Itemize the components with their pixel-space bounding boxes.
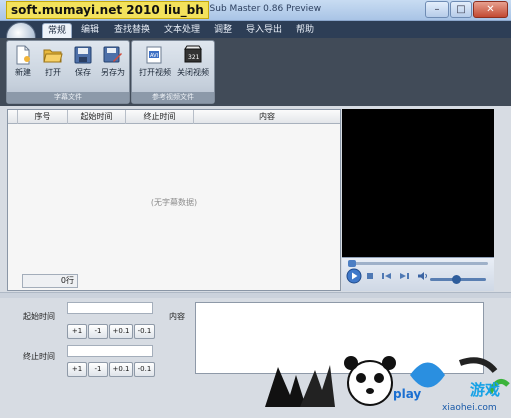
title-bar: SRT Sub Master 0.86 Preview soft.mumayi.…: [0, 0, 511, 21]
group-reference-video-label: 参考视频文件: [132, 92, 214, 103]
group-reference-video: AVI 打开视频 321 关闭视频 参考视频文件: [131, 40, 215, 104]
svg-text:AVI: AVI: [150, 53, 158, 59]
column-header-index[interactable]: 序号: [18, 110, 68, 124]
close-video-button-label: 关闭视频: [177, 68, 209, 77]
branding-overlay: play 游戏 xiaohei.com: [260, 345, 511, 418]
start-plus-0.1-button[interactable]: +0.1: [109, 324, 133, 339]
end-plus-1-button[interactable]: +1: [67, 362, 87, 377]
table-header: 序号 起始时间 终止时间 内容: [8, 110, 340, 124]
play-text: play: [393, 387, 422, 401]
start-minus-0.1-button[interactable]: -0.1: [134, 324, 155, 339]
group-subtitle-file-label: 字幕文件: [7, 92, 129, 103]
open-video-button[interactable]: AVI 打开视频: [138, 45, 172, 89]
site-watermark: soft.mumayi.net 2010 liu_bh: [6, 1, 209, 19]
tab-text-processing[interactable]: 文本处理: [160, 23, 204, 38]
play-icon[interactable]: [346, 268, 362, 284]
open-video-icon: AVI: [146, 46, 162, 64]
save-as-button-label: 另存为: [101, 68, 125, 77]
save-button-label: 保存: [75, 68, 91, 77]
tab-edit[interactable]: 编辑: [75, 23, 105, 38]
empty-table-message: (无字幕数据): [150, 198, 198, 207]
start-minus-1-button[interactable]: -1: [88, 324, 108, 339]
close-video-button[interactable]: 321 关闭视频: [176, 45, 210, 89]
open-button[interactable]: 打开: [39, 45, 67, 89]
tab-help[interactable]: 帮助: [292, 23, 318, 38]
ribbon-panel: 新建 打开 保存 另存为 字幕文件 AVI 打开视频 321 关闭视频 参考视频…: [0, 38, 511, 106]
volume-slider-handle[interactable]: [452, 275, 461, 284]
seek-bar[interactable]: [350, 262, 488, 265]
next-icon[interactable]: [398, 271, 410, 281]
tab-general[interactable]: 常规: [42, 23, 72, 38]
row-count-status: 0行: [22, 274, 78, 288]
close-button[interactable]: ✕: [473, 1, 508, 18]
end-plus-0.1-button[interactable]: +0.1: [109, 362, 133, 377]
end-minus-0.1-button[interactable]: -0.1: [134, 362, 155, 377]
column-header-content[interactable]: 内容: [194, 110, 340, 124]
close-video-icon: 321: [184, 45, 202, 63]
tab-import-export[interactable]: 导入导出: [242, 23, 286, 38]
save-as-button[interactable]: 另存为: [99, 45, 127, 89]
site-url-text: xiaohei.com: [442, 403, 497, 413]
new-file-icon: [16, 45, 30, 65]
content-label: 内容: [169, 312, 185, 321]
new-button[interactable]: 新建: [9, 45, 37, 89]
start-time-input[interactable]: [67, 302, 153, 314]
stop-icon[interactable]: [365, 271, 375, 281]
maximize-button[interactable]: □: [450, 1, 472, 18]
open-folder-icon: [43, 49, 63, 63]
column-header-start-time[interactable]: 起始时间: [68, 110, 126, 124]
start-plus-1-button[interactable]: +1: [67, 324, 87, 339]
start-time-label: 起始时间: [23, 312, 55, 321]
game-text: 游戏: [470, 381, 501, 399]
video-preview[interactable]: [342, 109, 494, 257]
subtitle-table[interactable]: 序号 起始时间 终止时间 内容 (无字幕数据) 0行: [7, 109, 341, 291]
new-button-label: 新建: [15, 68, 31, 77]
tab-find-replace[interactable]: 查找替换: [110, 23, 154, 38]
minimize-button[interactable]: –: [425, 1, 449, 18]
seek-handle[interactable]: [348, 260, 356, 267]
ribbon-tab-strip: 常规 编辑 查找替换 文本处理 调整 导入导出 帮助: [0, 21, 511, 38]
row-selector-header: [8, 110, 18, 124]
media-player-controls: [342, 257, 494, 291]
end-time-label: 终止时间: [23, 352, 55, 361]
tab-adjust[interactable]: 调整: [210, 23, 236, 38]
open-button-label: 打开: [45, 68, 61, 77]
end-time-input[interactable]: [67, 345, 153, 357]
save-as-icon: [103, 46, 122, 63]
previous-icon[interactable]: [381, 271, 393, 281]
end-minus-1-button[interactable]: -1: [88, 362, 108, 377]
volume-icon[interactable]: [417, 271, 429, 281]
column-header-end-time[interactable]: 终止时间: [126, 110, 194, 124]
save-disk-icon: [74, 46, 92, 64]
group-subtitle-file: 新建 打开 保存 另存为 字幕文件: [6, 40, 130, 104]
open-video-button-label: 打开视频: [139, 68, 171, 77]
svg-text:321: 321: [188, 54, 200, 61]
save-button[interactable]: 保存: [69, 45, 97, 89]
